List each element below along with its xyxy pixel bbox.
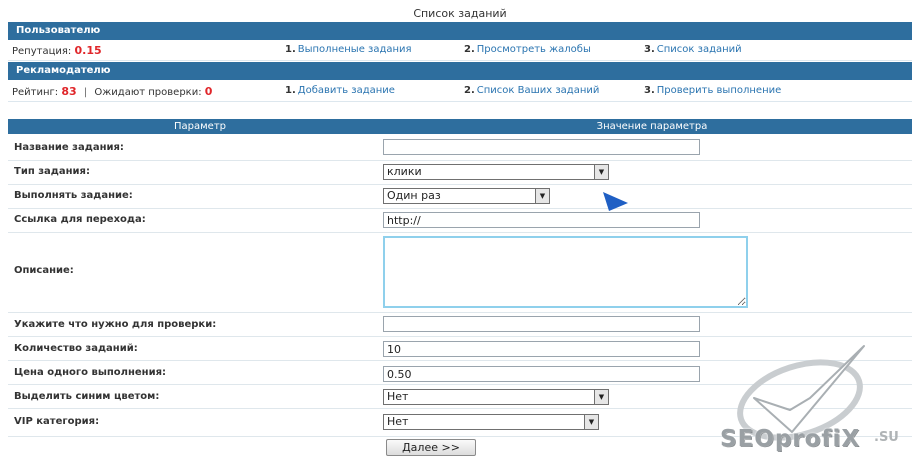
link-my-tasks[interactable]: 2. Список Ваших заданий — [464, 85, 599, 96]
task-type-label: Тип задания: — [14, 166, 90, 177]
watermark-suffix: .SU — [874, 430, 899, 445]
page-title: Список заданий — [413, 7, 507, 20]
check-label: Укажите что нужно для проверки: — [14, 319, 217, 330]
link-label[interactable]: Выполненые задания — [298, 44, 412, 55]
pending-label: Ожидают проверки: — [94, 87, 202, 98]
header-param: Параметр — [174, 121, 226, 132]
link-label[interactable]: Список Ваших заданий — [477, 85, 600, 96]
check-input[interactable] — [383, 316, 700, 332]
pending-value: 0 — [204, 85, 213, 98]
chevron-down-icon[interactable]: ▼ — [584, 415, 598, 429]
price-label: Цена одного выполнения: — [14, 367, 167, 378]
vip-value: Нет — [387, 415, 409, 428]
count-input[interactable] — [383, 341, 700, 357]
next-button[interactable]: Далее >> — [386, 439, 476, 456]
link-input[interactable] — [383, 212, 700, 228]
link-number: 2. — [464, 44, 475, 55]
link-label[interactable]: Проверить выполнение — [657, 85, 782, 96]
mouse-cursor-icon — [603, 192, 628, 211]
form-table-header: Параметр Значение параметра — [8, 119, 912, 134]
advertiser-info-row: Рейтинг: 83 | Ожидают проверки: 0 1. Доба… — [8, 81, 912, 102]
rating-info: Рейтинг: 83 | Ожидают проверки: 0 — [12, 85, 212, 98]
task-name-label: Название задания: — [14, 142, 124, 153]
watermark-logo: SEOprofiX — [720, 426, 861, 452]
link-label[interactable]: Добавить задание — [298, 85, 395, 96]
reputation-info: Репутация: 0.15 — [12, 44, 102, 57]
link-number: 2. — [464, 85, 475, 96]
chevron-down-icon[interactable]: ▼ — [535, 189, 549, 203]
task-type-value: клики — [387, 165, 422, 178]
link-label[interactable]: Просмотреть жалобы — [477, 44, 591, 55]
highlight-label: Выделить синим цветом: — [14, 391, 160, 402]
link-view-complaints[interactable]: 2. Просмотреть жалобы — [464, 44, 591, 55]
link-number: 1. — [285, 85, 296, 96]
separator: | — [83, 87, 88, 98]
count-label: Количество заданий: — [14, 343, 138, 354]
link-add-task[interactable]: 1. Добавить задание — [285, 85, 395, 96]
execute-value: Один раз — [387, 189, 441, 202]
reputation-label: Репутация: — [12, 46, 72, 57]
link-label[interactable]: Список заданий — [657, 44, 742, 55]
link-number: 1. — [285, 44, 296, 55]
user-info-row: Репутация: 0.15 1. Выполненые задания 2. П… — [8, 40, 912, 61]
link-number: 3. — [644, 44, 655, 55]
link-label: Ссылка для перехода: — [14, 214, 146, 225]
chevron-down-icon[interactable]: ▼ — [594, 165, 608, 179]
task-name-input[interactable] — [383, 139, 700, 155]
advertiser-section-header: Рекламодателю — [8, 62, 912, 80]
link-check-execution[interactable]: 3. Проверить выполнение — [644, 85, 781, 96]
link-number: 3. — [644, 85, 655, 96]
description-label: Описание: — [14, 265, 74, 276]
highlight-select[interactable]: Нет ▼ — [383, 389, 609, 405]
chevron-down-icon[interactable]: ▼ — [594, 390, 608, 404]
execute-select[interactable]: Один раз ▼ — [383, 188, 550, 204]
vip-select[interactable]: Нет ▼ — [383, 414, 599, 430]
rating-label: Рейтинг: — [12, 87, 59, 98]
header-value: Значение параметра — [596, 121, 708, 132]
user-section-header: Пользователю — [8, 22, 912, 40]
price-input[interactable] — [383, 366, 700, 382]
link-completed-tasks[interactable]: 1. Выполненые задания — [285, 44, 412, 55]
reputation-value: 0.15 — [74, 44, 102, 57]
task-type-select[interactable]: клики ▼ — [383, 164, 609, 180]
execute-label: Выполнять задание: — [14, 190, 133, 201]
link-task-list[interactable]: 3. Список заданий — [644, 44, 742, 55]
highlight-value: Нет — [387, 390, 409, 403]
description-textarea[interactable] — [383, 236, 748, 308]
vip-label: VIP категория: — [14, 416, 100, 427]
rating-value: 83 — [61, 85, 77, 98]
